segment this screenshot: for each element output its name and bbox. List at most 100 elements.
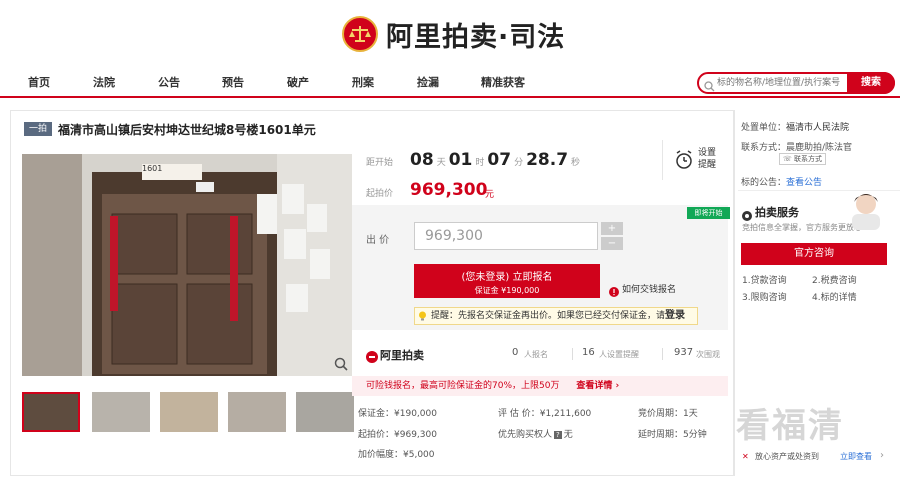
main-photo[interactable]: 1601 [22, 154, 352, 376]
stats-divider-2 [662, 348, 663, 360]
countdown-days: 08 [410, 150, 434, 170]
countdown-label: 距开始 [366, 158, 394, 168]
watermark: 看福清 [736, 406, 844, 446]
notice-link[interactable]: 查看公告 [786, 178, 822, 188]
minutes-unit: 分 [514, 158, 524, 168]
purchase-limit-link[interactable]: 3.限购咨询 [742, 290, 787, 303]
item-detail-link[interactable]: 4.标的详情 [812, 290, 857, 303]
bulb-icon [418, 311, 427, 327]
reminder-label-1: 设置 [698, 148, 717, 158]
countdown-minutes: 07 [487, 150, 512, 170]
thumbnail-1[interactable] [22, 392, 80, 432]
chevron-right-icon[interactable]: › [880, 450, 884, 461]
nav-preview[interactable]: 预告 [222, 74, 244, 90]
detail-bid-cycle: 竞价周期：1天 [638, 409, 698, 419]
nav-home[interactable]: 首页 [28, 74, 50, 90]
nav-notice[interactable]: 公告 [158, 74, 180, 90]
detail-deposit: 保证金：¥190,000 [358, 409, 437, 419]
loan-tip-bar: 可险钱报名，最高可险保证金的70%，上限50万 查看详情 › [352, 376, 728, 396]
search-button[interactable]: 搜索 [847, 72, 895, 94]
reminder-label-2: 提醒 [698, 160, 717, 170]
signup-count-label: 人报名 [524, 350, 548, 359]
loan-tip-text: 可险钱报名，最高可险保证金的70%，上限50万 [366, 381, 560, 391]
decrease-button[interactable]: − [601, 237, 623, 250]
countdown: 距开始 08 天 01 时 07 分 28.7 秒 [366, 150, 580, 170]
days-unit: 天 [436, 158, 446, 168]
detail-priority: 优先购买权人? 无 [498, 430, 573, 440]
asset-link[interactable]: 立即查看 [840, 451, 872, 462]
auction-logo-icon [366, 348, 378, 367]
contact-button-label: 联系方式 [794, 155, 822, 163]
contact-row: 联系方式：晨鹿助拍/陈法官 [741, 143, 853, 153]
signup-button[interactable]: (您未登录) 立即报名 保证金 ¥190,000 [414, 264, 600, 298]
thumbnail-5[interactable] [296, 392, 354, 432]
help-badge[interactable]: ? [554, 431, 562, 439]
seconds-unit: 秒 [571, 158, 581, 168]
detail-delay-cycle: 延时周期：5分钟 [638, 430, 707, 440]
search-icon [704, 77, 715, 96]
service-title: 拍卖服务 [755, 206, 799, 219]
set-reminder[interactable]: 设置 提醒 [698, 147, 716, 171]
loan-tip-link[interactable]: 查看详情 › [576, 381, 619, 391]
nav-criminal[interactable]: 刑案 [352, 74, 374, 90]
notice-row: 标的公告：查看公告 [741, 178, 823, 188]
loan-consult-link[interactable]: 1.贷款咨询 [742, 273, 787, 286]
stats-divider-1 [572, 348, 573, 360]
court-name[interactable]: 福清市人民法院 [786, 123, 849, 133]
door-sign: 1601 [142, 164, 163, 173]
sidebar-divider [734, 110, 735, 476]
contact-value: 晨鹿助拍/陈法官 [786, 143, 853, 153]
nav-court[interactable]: 法院 [93, 74, 115, 90]
nav-precise[interactable]: 精准获客 [481, 74, 525, 90]
increase-button[interactable]: + [601, 222, 623, 235]
view-count-label: 次围观 [696, 350, 720, 359]
consult-button[interactable]: 官方咨询 [741, 243, 887, 265]
nav-bankruptcy[interactable]: 破产 [287, 74, 309, 90]
signup-line1: (您未登录) 立即报名 [461, 272, 553, 283]
reminder-text: 提醒：先报名交保证金再出价。如果您已经交付保证金，请 [431, 311, 666, 321]
contact-button[interactable]: ☏ 联系方式 [779, 153, 826, 165]
stats-brand: 阿里拍卖 [380, 349, 424, 362]
bid-label: 出 价 [366, 235, 390, 246]
phone-icon: ☏ [783, 155, 792, 163]
search-box: 搜索 [697, 72, 895, 94]
alarm-clock-icon[interactable] [674, 150, 694, 174]
view-count: 937 [674, 347, 694, 358]
how-to-pay-link[interactable]: 如何交钱报名 [622, 282, 676, 295]
price-unit: 元 [485, 190, 495, 200]
countdown-seconds: 28.7 [526, 150, 569, 170]
logo-text: 阿里拍卖·司法 [386, 21, 566, 53]
signup-count: 0 [512, 347, 519, 358]
thumbnail-2[interactable] [92, 392, 150, 432]
court-emblem-icon [342, 16, 378, 52]
start-price-value: 969,300 [410, 180, 488, 200]
bid-input[interactable]: 969,300 [414, 222, 598, 250]
asset-icon: ✕ [742, 452, 749, 461]
round-tag: 一拍 [24, 122, 52, 136]
login-link[interactable]: 登录 [665, 310, 685, 321]
countdown-hours: 01 [448, 150, 473, 170]
divider [662, 140, 663, 180]
site-logo[interactable]: 阿里拍卖·司法 [342, 14, 565, 54]
tax-consult-link[interactable]: 2.税费咨询 [812, 273, 857, 286]
thumbnail-3[interactable] [160, 392, 218, 432]
bid-stepper: + − [601, 222, 623, 250]
detail-start-price: 起拍价：¥969,300 [358, 430, 437, 440]
reminder-count-label: 人设置提醒 [599, 350, 639, 359]
signup-line2: 保证金 ¥190,000 [474, 286, 540, 295]
detail-appraisal: 评 估 价：¥1,211,600 [498, 409, 592, 419]
stats-bar: 阿里拍卖 0 人报名 16 人设置提醒 937 次围观 [352, 340, 728, 370]
service-avatar [838, 190, 888, 230]
status-badge: 即将开始 [687, 207, 730, 219]
reminder-count: 16 [582, 347, 595, 358]
zoom-icon[interactable] [334, 356, 348, 375]
court-row: 处置单位：福清市人民法院 [741, 123, 850, 133]
thumbnail-4[interactable] [228, 392, 286, 432]
item-title: 福清市高山镇后安村坤达世纪城8号楼1601单元 [58, 123, 316, 137]
asset-text: 放心资产或处资到 [755, 452, 819, 461]
nav-bargain[interactable]: 捡漏 [417, 74, 439, 90]
start-price-label: 起拍价 [366, 189, 394, 199]
search-input[interactable] [717, 76, 845, 90]
hours-unit: 时 [475, 158, 485, 168]
detail-increment: 加价幅度：¥5,000 [358, 450, 435, 460]
